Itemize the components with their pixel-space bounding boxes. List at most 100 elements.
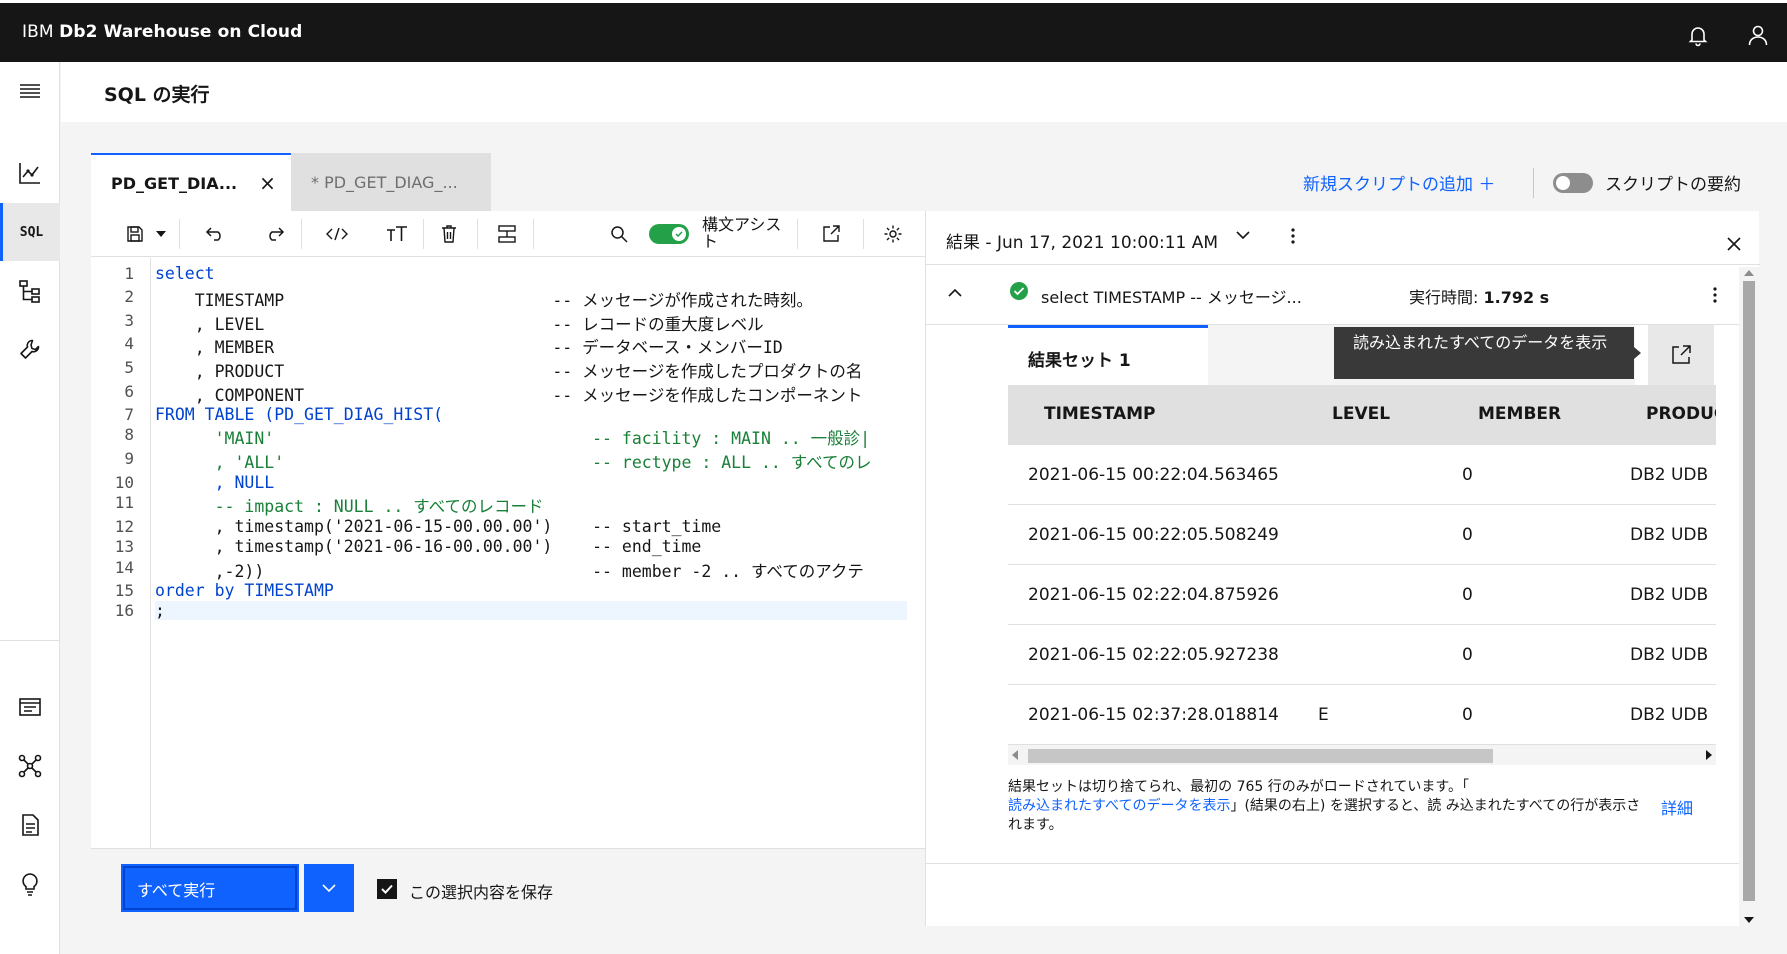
column-header[interactable]: PRODUCT — [1646, 404, 1716, 424]
brand-prefix: IBM — [22, 22, 54, 42]
code-line: order by TIMESTAMP — [155, 581, 334, 600]
line-number: 13 — [114, 537, 134, 556]
syntax-assist-toggle[interactable] — [649, 224, 689, 244]
top-bar: IBM Db2 Warehouse on Cloud — [0, 0, 1787, 62]
code-line: TIMESTAMP -- メッセージが作成された時刻。 — [155, 291, 813, 310]
line-number: 11 — [114, 493, 134, 512]
table-cell: 2021-06-15 02:22:04.875926 — [1028, 585, 1279, 605]
close-icon[interactable] — [1727, 237, 1741, 251]
overflow-menu-icon[interactable] — [1291, 228, 1295, 244]
run-bar: すべて実行 この選択内容を保存 — [91, 848, 925, 926]
page-title: SQL の実行 — [104, 84, 210, 106]
view-all-data-tooltip: 読み込まれたすべてのデータを表示 — [1334, 327, 1641, 379]
view-all-data-button[interactable] — [1648, 325, 1714, 385]
lightbulb-icon[interactable] — [0, 855, 60, 913]
success-checkmark-icon — [1010, 282, 1028, 300]
table-cell: 2021-06-15 00:22:04.563465 — [1028, 465, 1279, 485]
popout-icon[interactable] — [811, 211, 851, 257]
code-line: -- impact : NULL .. すべてのレコード — [155, 497, 544, 516]
table-cell: 2021-06-15 02:37:28.018814 — [1028, 705, 1279, 725]
close-icon[interactable]: × — [259, 171, 276, 195]
code-line: , timestamp('2021-06-16-00.00.00') -- en… — [155, 537, 702, 556]
text-size-icon[interactable] — [377, 211, 417, 257]
save-dropdown-caret-icon[interactable] — [149, 211, 173, 257]
syntax-assist-label: 構文アシスト — [702, 215, 782, 251]
menu-hamburger-icon[interactable] — [0, 62, 60, 120]
script-tab-label: PD_GET_DIA... — [111, 173, 238, 193]
code-line: ,-2)) -- member -2 .. すべてのアクテ — [155, 562, 864, 581]
table-cell: DB2 UDB — [1630, 645, 1709, 665]
table-row: 2021-06-15 02:22:05.927238 0 DB2 UDB — [1008, 625, 1716, 685]
result-set-tab[interactable]: 結果セット 1 — [1008, 325, 1208, 385]
scrollbar-thumb[interactable] — [1743, 281, 1755, 901]
line-number: 3 — [124, 311, 134, 330]
table-cell: DB2 UDB — [1630, 525, 1709, 545]
table-cell: E — [1318, 705, 1329, 725]
column-header[interactable]: MEMBER — [1478, 404, 1561, 424]
code-line: , PRODUCT -- メッセージを作成したプロダクトの名 — [155, 362, 863, 381]
code-editor[interactable]: 1 2 3 4 5 6 7 8 9 10 11 12 13 14 15 16 s… — [91, 258, 925, 848]
save-choice-checkbox[interactable] — [377, 879, 397, 899]
table-cell: 0 — [1462, 585, 1473, 605]
details-link[interactable]: 詳細 — [1661, 795, 1693, 819]
delete-trash-icon[interactable] — [429, 211, 469, 257]
left-nav-rail: SQL — [0, 62, 60, 954]
settings-gear-icon[interactable] — [873, 211, 913, 257]
search-icon[interactable] — [599, 211, 639, 257]
script-tab-active[interactable]: PD_GET_DIA... × — [91, 153, 291, 211]
script-tab-inactive[interactable]: * PD_GET_DIAG_... — [291, 153, 491, 211]
scroll-left-icon — [1012, 750, 1018, 760]
table-cell: DB2 UDB — [1630, 705, 1709, 725]
execution-time-value: 1.792 s — [1483, 288, 1550, 307]
results-header: 結果 - Jun 17, 2021 10:00:11 AM — [926, 211, 1760, 265]
notification-bell-icon[interactable] — [1686, 23, 1710, 47]
table-cell: 0 — [1462, 705, 1473, 725]
table-row: 2021-06-15 02:22:04.875926 0 DB2 UDB — [1008, 565, 1716, 625]
scrollbar-thumb[interactable] — [1028, 749, 1493, 763]
code-line: , 'ALL' -- rectype : ALL .. すべてのレ — [155, 453, 872, 472]
page-header: SQL の実行 — [61, 62, 1787, 122]
document-icon[interactable] — [0, 796, 60, 854]
overflow-menu-icon[interactable] — [1713, 287, 1717, 303]
code-line: select — [155, 264, 215, 283]
add-script-link[interactable]: 新規スクリプトの追加 ＋ — [1303, 170, 1495, 195]
line-number: 2 — [124, 287, 134, 306]
line-number: 8 — [124, 425, 134, 444]
line-number: 1 — [124, 264, 134, 283]
view-all-data-link[interactable]: 読み込まれたすべてのデータを表示 — [1008, 798, 1230, 814]
editor-toolbar: 構文アシスト — [91, 211, 925, 257]
layout-split-icon[interactable] — [487, 211, 527, 257]
code-format-icon[interactable] — [317, 211, 357, 257]
vertical-scrollbar[interactable] — [1739, 267, 1759, 926]
brand[interactable]: IBM Db2 Warehouse on Cloud — [22, 22, 302, 42]
scroll-down-icon — [1744, 917, 1754, 923]
code-line: , timestamp('2021-06-15-00.00.00') -- st… — [155, 517, 722, 536]
user-avatar-icon[interactable] — [1746, 23, 1770, 47]
line-number-gutter: 1 2 3 4 5 6 7 8 9 10 11 12 13 14 15 16 — [91, 258, 151, 848]
sql-nav-item[interactable]: SQL — [0, 203, 60, 261]
data-tree-icon[interactable] — [0, 262, 60, 320]
code-line: FROM TABLE (PD_GET_DIAG_HIST( — [155, 405, 444, 424]
results-panel: 結果 - Jun 17, 2021 10:00:11 AM select TIM… — [925, 211, 1760, 926]
chevron-down-icon[interactable] — [1236, 231, 1250, 239]
console-icon[interactable] — [0, 678, 60, 736]
column-header[interactable]: TIMESTAMP — [1044, 404, 1156, 424]
run-options-dropdown[interactable] — [304, 864, 354, 912]
result-accordion[interactable]: select TIMESTAMP -- メッセージ... 実行時間: 1.792… — [926, 265, 1739, 325]
line-number: 7 — [124, 405, 134, 424]
wrench-icon[interactable] — [0, 320, 60, 378]
script-summary-toggle[interactable] — [1553, 173, 1593, 193]
monitor-chart-icon[interactable] — [0, 144, 60, 202]
column-header[interactable]: LEVEL — [1332, 404, 1390, 424]
run-all-button[interactable]: すべて実行 — [121, 864, 299, 912]
chevron-up-icon[interactable] — [948, 289, 962, 297]
horizontal-scrollbar[interactable] — [1008, 745, 1716, 765]
undo-icon[interactable] — [195, 211, 235, 257]
connections-icon[interactable] — [0, 737, 60, 795]
line-number: 9 — [124, 449, 134, 468]
table-row: 2021-06-15 00:22:04.563465 0 DB2 UDB — [1008, 445, 1716, 505]
script-tab-label: * PD_GET_DIAG_... — [311, 172, 458, 192]
table-row: 2021-06-15 00:22:05.508249 0 DB2 UDB — [1008, 505, 1716, 565]
line-number: 4 — [124, 334, 134, 353]
redo-icon[interactable] — [255, 211, 295, 257]
